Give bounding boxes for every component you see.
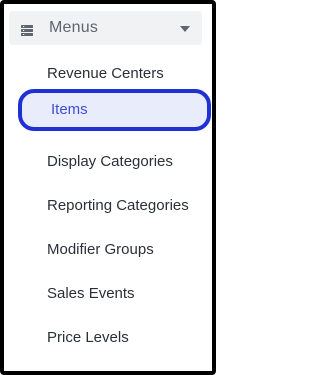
menu-item-label: Revenue Centers [47,65,164,82]
menu-item-revenue-centers[interactable]: Revenue Centers [47,62,164,86]
menus-dropdown-header[interactable]: Menus [9,11,202,45]
caret-down-icon[interactable] [180,26,190,32]
menu-item-label: Sales Events [47,285,135,302]
menu-item-sales-events[interactable]: Sales Events [47,282,135,306]
menu-item-display-categories[interactable]: Display Categories [47,150,173,174]
menu-item-label: Modifier Groups [47,241,154,258]
menu-item-reporting-categories[interactable]: Reporting Categories [47,194,189,218]
menu-item-items[interactable]: Items [18,89,211,131]
menu-item-label: Reporting Categories [47,197,189,214]
menu-panel: Menus Revenue Centers Items Display Cate… [0,0,216,375]
menu-item-label: Display Categories [47,153,173,170]
menus-header-label: Menus [49,19,99,36]
menu-item-label: Price Levels [47,329,129,346]
list-icon [21,23,33,36]
menu-item-modifier-groups[interactable]: Modifier Groups [47,238,154,262]
menu-item-label: Items [51,101,88,118]
menu-item-price-levels[interactable]: Price Levels [47,326,129,350]
